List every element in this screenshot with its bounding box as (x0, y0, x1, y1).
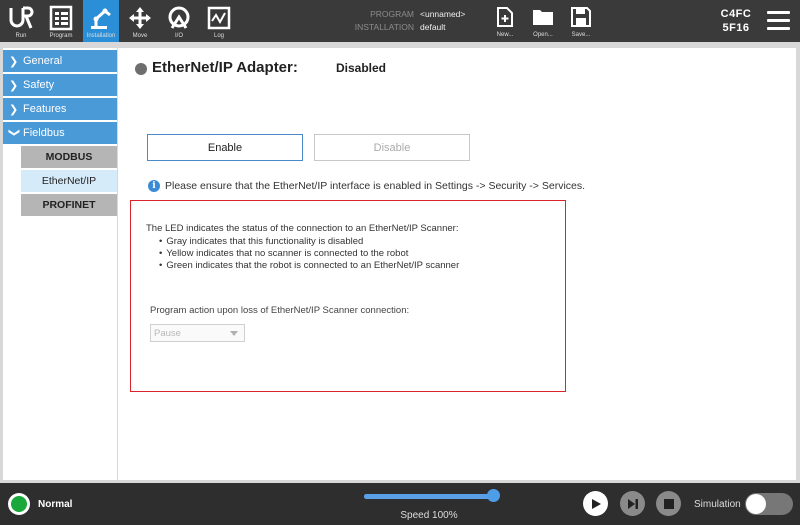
robot-status-icon[interactable] (8, 493, 30, 515)
loss-action-dropdown[interactable]: Pause (150, 324, 245, 342)
speed-slider-handle[interactable] (487, 489, 500, 502)
main-area: ❯ General ❯ Safety ❯ Features ❯ Fieldbus… (0, 42, 800, 483)
program-icon (47, 3, 75, 33)
new-button[interactable]: New... (487, 0, 523, 42)
sidebar-item-label: Safety (23, 79, 55, 91)
program-info-labels: PROGRAM INSTALLATION (352, 8, 414, 34)
robot-id-line2: 5F16 (722, 22, 750, 34)
chevron-right-icon: ❯ (9, 55, 19, 68)
robot-arm-icon (87, 3, 115, 33)
nav-label: Installation (86, 33, 116, 39)
highlight-box: The LED indicates the status of the conn… (130, 200, 566, 392)
sidebar-item-features[interactable]: ❯ Features (3, 98, 117, 120)
adapter-status: Disabled (336, 61, 387, 75)
nav-label: Move (132, 33, 148, 39)
nav-label: Program (49, 33, 73, 39)
nav-label: Run (15, 33, 27, 39)
nav-move[interactable]: Move (123, 0, 157, 42)
bottom-bar: Normal Speed 100% Simulation (0, 483, 800, 525)
list-item: Gray indicates that this functionality i… (159, 236, 459, 248)
open-button[interactable]: Open... (525, 0, 561, 42)
top-bar: Run Program Installation Move I/O Log PR… (0, 0, 800, 42)
new-file-icon (496, 2, 514, 32)
program-label: PROGRAM (370, 9, 414, 19)
chevron-right-icon: ❯ (9, 103, 19, 116)
page-title: EtherNet/IP Adapter: (152, 59, 298, 76)
chevron-down-icon: ❯ (8, 127, 20, 137)
sidebar-subitem-ethernet-ip[interactable]: EtherNet/IP (21, 170, 117, 192)
installation-label: INSTALLATION (354, 22, 414, 32)
content-panel: EtherNet/IP Adapter: Disabled Enable Dis… (118, 48, 796, 480)
sidebar-item-label: General (23, 55, 63, 67)
sidebar-item-label: Features (23, 103, 67, 115)
info-icon: i (148, 180, 160, 192)
nav-run[interactable]: Run (4, 0, 38, 42)
move-arrows-icon (126, 3, 154, 33)
stop-button[interactable] (656, 491, 681, 516)
program-info-values: <unnamed> default (420, 8, 465, 34)
play-icon (591, 498, 601, 509)
led-description: The LED indicates the status of the conn… (146, 223, 459, 234)
file-button-label: New... (496, 32, 514, 38)
program-value: <unnamed> (420, 9, 466, 19)
installation-value: default (420, 22, 446, 32)
dropdown-arrow-icon (230, 331, 238, 336)
disable-button[interactable]: Disable (314, 134, 470, 161)
sidebar-item-fieldbus[interactable]: ❯ Fieldbus (3, 122, 117, 144)
nav-io[interactable]: I/O (162, 0, 196, 42)
led-state-list: Gray indicates that this functionality i… (159, 236, 459, 272)
ur-logo-icon (7, 3, 35, 33)
step-button[interactable] (620, 491, 645, 516)
dropdown-value: Pause (154, 327, 181, 339)
action-label: Program action upon loss of EtherNet/IP … (150, 305, 410, 316)
hamburger-menu-icon[interactable] (767, 11, 790, 31)
speed-slider-fill (364, 494, 494, 499)
stop-icon (663, 498, 674, 509)
io-icon (165, 3, 193, 33)
simulation-toggle[interactable] (745, 493, 793, 515)
sidebar-item-safety[interactable]: ❯ Safety (3, 74, 117, 96)
sidebar-subitem-modbus[interactable]: MODBUS (21, 146, 117, 168)
sidebar-item-label: Fieldbus (23, 127, 65, 139)
speed-slider-track[interactable] (364, 494, 494, 499)
file-button-label: Open... (533, 32, 553, 38)
sidebar-item-general[interactable]: ❯ General (3, 50, 117, 72)
step-icon (627, 498, 638, 509)
robot-id-line1: C4FC (720, 8, 752, 20)
nav-label: I/O (174, 33, 183, 39)
chevron-right-icon: ❯ (9, 79, 19, 92)
nav-installation[interactable]: Installation (83, 0, 119, 42)
speed-label: Speed 100% (400, 510, 458, 521)
sidebar: ❯ General ❯ Safety ❯ Features ❯ Fieldbus… (3, 48, 117, 480)
robot-id: C4FC 5F16 (716, 7, 756, 35)
list-item: Green indicates that the robot is connec… (159, 260, 459, 272)
log-chart-icon (205, 3, 233, 33)
simulation-label: Simulation (694, 499, 741, 510)
info-message: i Please ensure that the EtherNet/IP int… (148, 180, 585, 192)
save-button[interactable]: Save... (563, 0, 599, 42)
nav-label: Log (213, 33, 224, 39)
file-button-label: Save... (571, 32, 591, 38)
sidebar-subitem-profinet[interactable]: PROFINET (21, 194, 117, 216)
enable-button[interactable]: Enable (147, 134, 303, 161)
play-button[interactable] (583, 491, 608, 516)
list-item: Yellow indicates that no scanner is conn… (159, 248, 459, 260)
status-led-icon (135, 63, 147, 75)
nav-program[interactable]: Program (44, 0, 78, 42)
folder-icon (532, 2, 554, 32)
info-text: Please ensure that the EtherNet/IP inter… (165, 180, 586, 192)
robot-status-text: Normal (38, 499, 73, 510)
nav-log[interactable]: Log (202, 0, 236, 42)
save-icon (571, 2, 591, 32)
